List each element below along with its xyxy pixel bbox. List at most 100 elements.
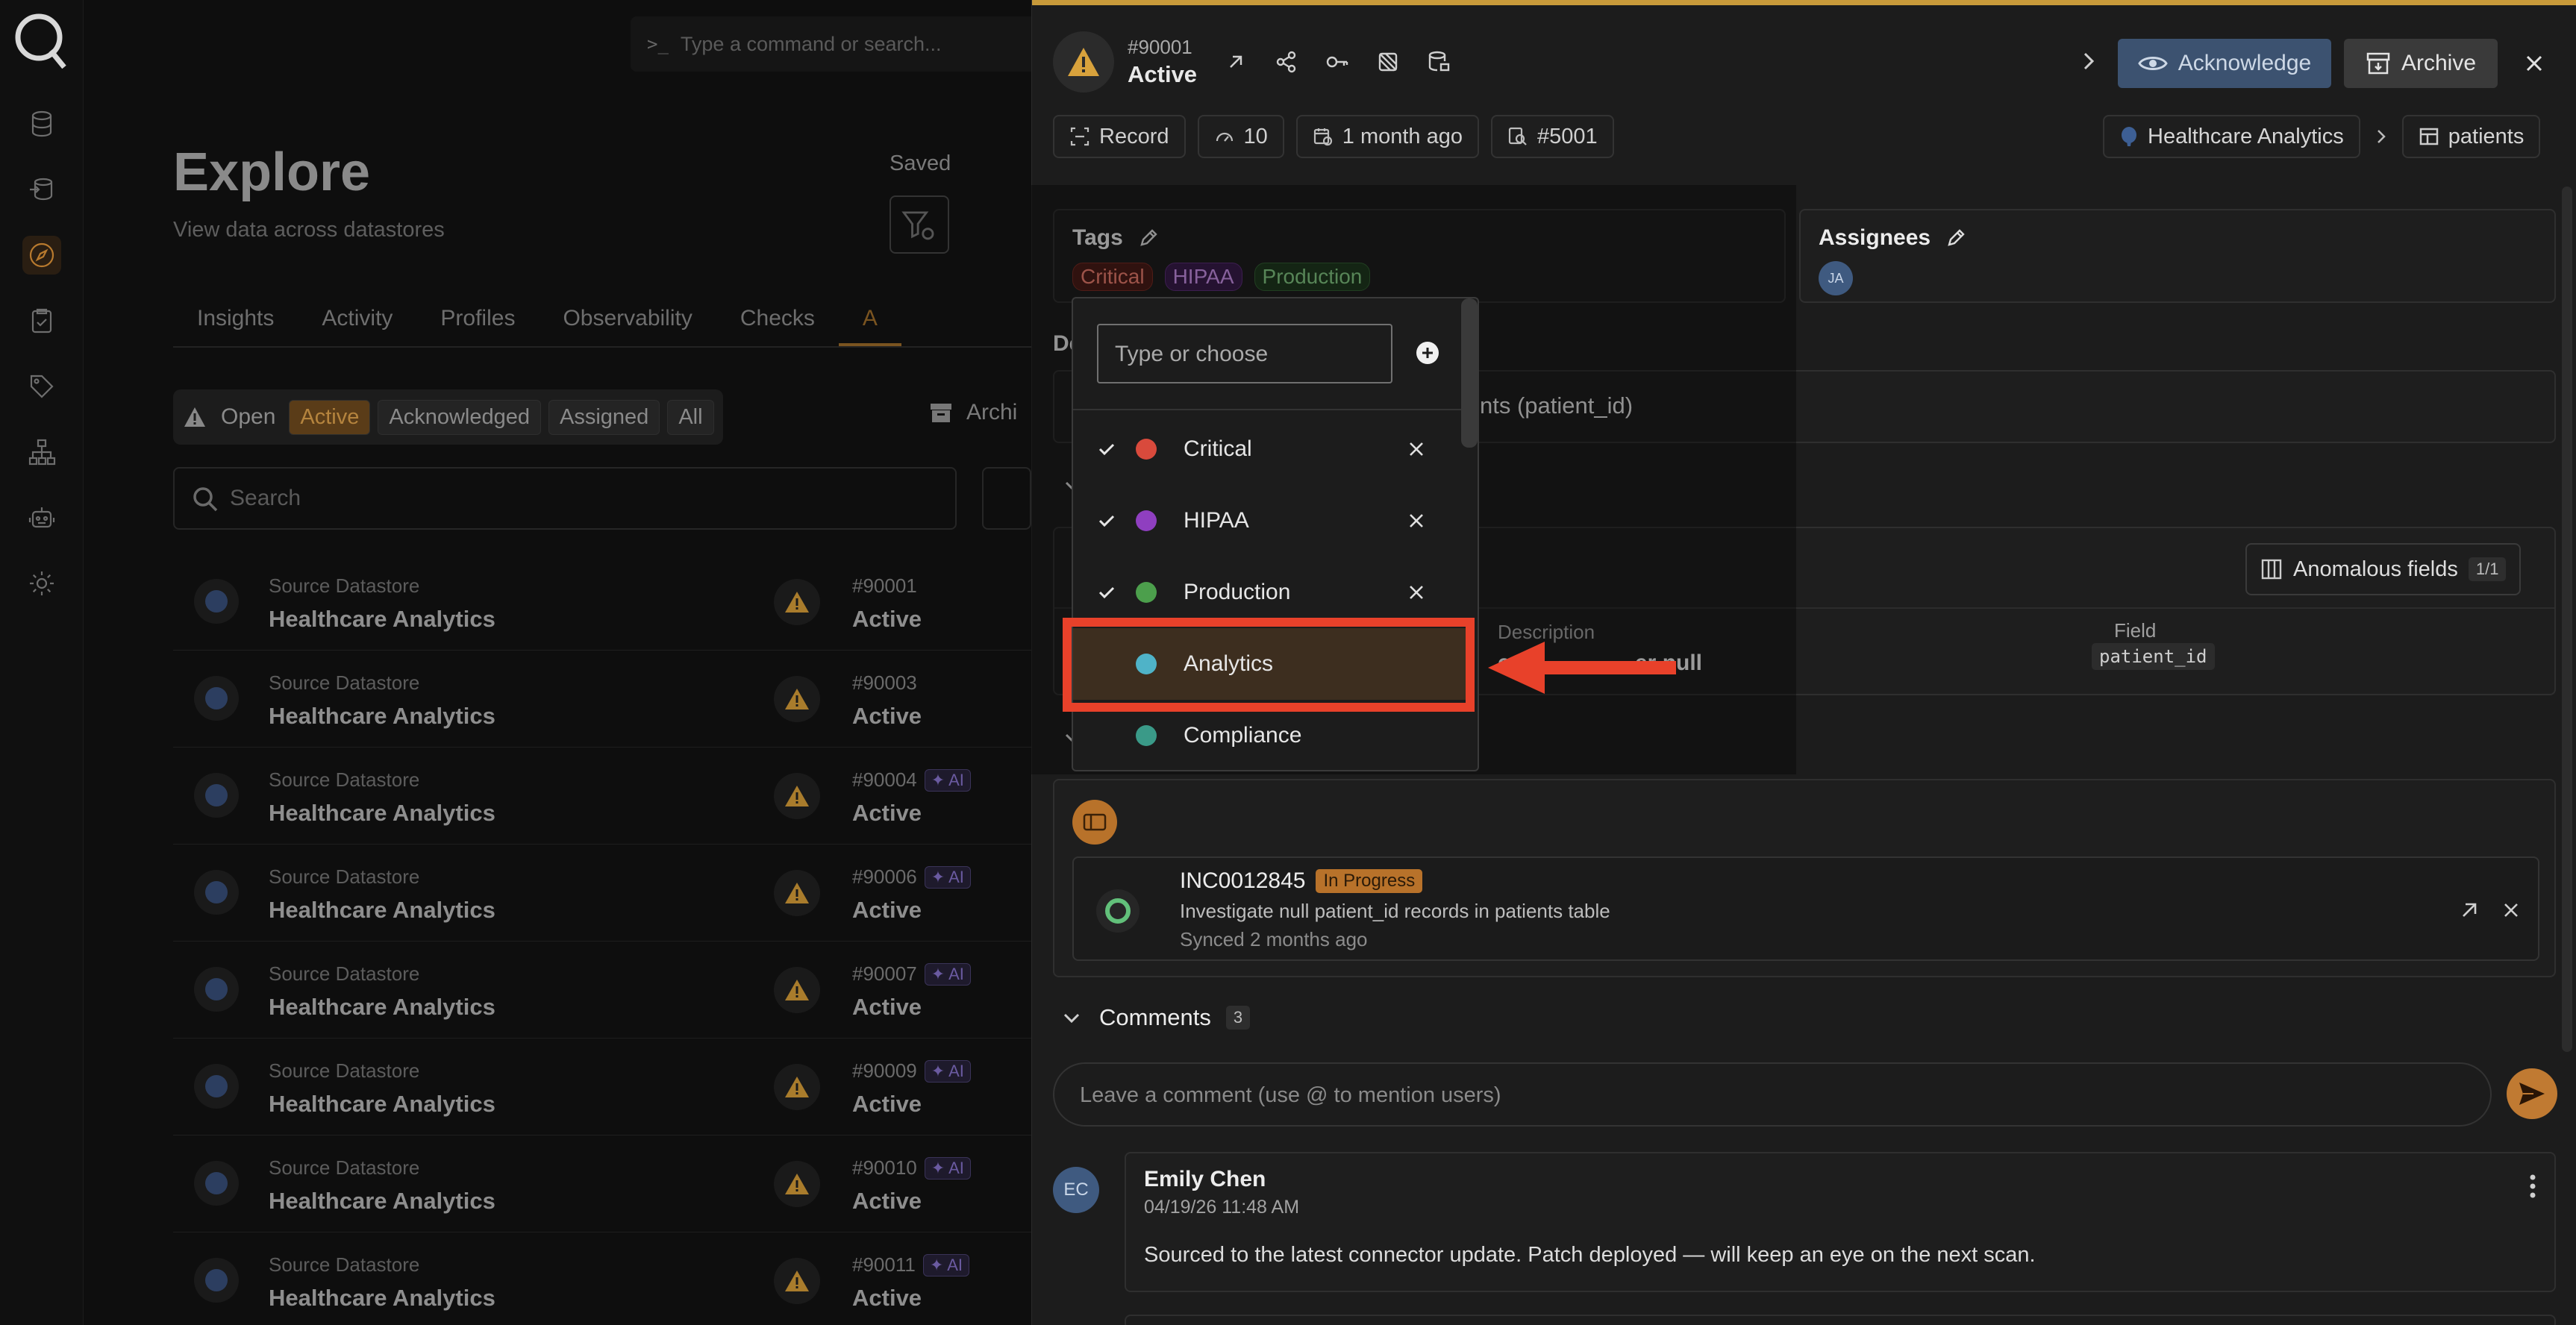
send-comment-button[interactable] [2507, 1068, 2557, 1119]
list-item[interactable]: Source Datastore Healthcare Analytics #900… [173, 845, 1031, 942]
source-name: Healthcare Analytics [269, 1188, 495, 1214]
disabled-icon[interactable] [1371, 45, 1405, 79]
tag-option-critical[interactable]: Critical [1073, 413, 1466, 485]
columns-icon [2261, 559, 2282, 580]
assignee-avatar[interactable]: JA [1819, 261, 1853, 295]
archived-label: Archi [966, 400, 1018, 425]
check-id-chip[interactable]: #5001 [1491, 115, 1614, 158]
ticket-card: INC0012845 In Progress Investigate null … [1053, 779, 2556, 977]
list-item[interactable]: Source Datastore Healthcare Analytics #900… [173, 1039, 1031, 1136]
postgres-icon [194, 579, 239, 624]
remove-tag-icon[interactable] [1406, 439, 1427, 460]
anomaly-age: 1 month ago [1342, 124, 1463, 148]
open-external-icon[interactable] [1219, 45, 1253, 79]
command-bar[interactable]: >_ Type a command or search... [631, 16, 1048, 72]
source-label: Source Datastore [269, 865, 420, 888]
archive-button[interactable]: Archive [2344, 39, 2498, 88]
panel-scrollbar[interactable] [2562, 187, 2572, 1052]
page-subtitle: View data across datastores [173, 218, 445, 242]
tag-option-hipaa[interactable]: HIPAA [1073, 485, 1466, 557]
comment-input[interactable]: Leave a comment (use @ to mention users) [1053, 1062, 2492, 1127]
remove-tag-icon[interactable] [1406, 510, 1427, 531]
database-lock-icon[interactable] [1422, 45, 1456, 79]
search-input[interactable]: Search [173, 467, 957, 530]
tab-insights[interactable]: Insights [173, 291, 298, 346]
flows-icon[interactable] [22, 433, 61, 472]
comments-count: 3 [1225, 1006, 1251, 1030]
tab-activity[interactable]: Activity [298, 291, 416, 346]
share-icon[interactable] [1269, 45, 1304, 79]
anomaly-status: Active [852, 897, 922, 923]
ai-badge-label: AI [948, 964, 964, 983]
source-name: Healthcare Analytics [269, 994, 495, 1020]
anomalous-fields-button[interactable]: Anomalous fields 1/1 [2245, 543, 2522, 595]
filter-active-chip[interactable]: Active [289, 399, 371, 435]
add-tag-icon[interactable] [1415, 340, 1440, 366]
ticket-synced: Synced 2 months ago [1180, 928, 1368, 950]
chevron-right-icon [2377, 130, 2386, 143]
search-placeholder: Search [230, 486, 301, 510]
datastores-icon[interactable] [22, 104, 61, 143]
filter-assigned-chip[interactable]: Assigned [548, 399, 660, 435]
list-item[interactable]: Source Datastore Healthcare Analytics #900… [173, 1136, 1031, 1232]
tag-option-label: Compliance [1184, 723, 1302, 748]
tab-observability[interactable]: Observability [539, 291, 716, 346]
gauge-icon [1216, 132, 1233, 142]
breadcrumb: Healthcare Analytics patients [2103, 115, 2541, 158]
filter-settings-icon [901, 211, 934, 240]
explore-icon[interactable] [22, 236, 61, 275]
comments-header[interactable]: Comments 3 [1059, 1004, 1251, 1031]
filter-all-chip[interactable]: All [667, 399, 714, 435]
agents-icon[interactable] [22, 498, 61, 537]
open-ticket-icon[interactable] [2454, 895, 2484, 925]
tab-profiles[interactable]: Profiles [416, 291, 539, 346]
anomaly-list: Source Datastore Healthcare Analytics #900… [173, 554, 1031, 1325]
archived-filter[interactable]: Archi [929, 400, 1017, 425]
anomaly-status: Active [852, 994, 922, 1020]
breadcrumb-datastore[interactable]: Healthcare Analytics [2103, 115, 2360, 158]
chevron-right-icon[interactable] [2074, 46, 2104, 76]
tag-option-label: HIPAA [1184, 508, 1249, 533]
anomaly-id: #90011 [852, 1253, 916, 1276]
saved-filter-button[interactable] [890, 195, 949, 254]
tag-color-dot [1136, 439, 1157, 460]
record-icon [1070, 127, 1090, 146]
more-vertical-icon[interactable] [2522, 1171, 2544, 1201]
field-value-chip: patient_id [2092, 643, 2215, 670]
app-logo-icon[interactable] [12, 9, 69, 69]
source-name: Healthcare Analytics [269, 897, 495, 923]
settings-icon[interactable] [22, 564, 61, 603]
tags-icon[interactable] [22, 367, 61, 406]
acknowledge-button[interactable]: Acknowledge [2118, 39, 2331, 88]
anomaly-id: #90001 [1128, 36, 1192, 58]
close-panel-button[interactable] [2517, 46, 2551, 81]
servicenow-icon [1096, 889, 1139, 933]
list-item[interactable]: Source Datastore Healthcare Analytics #900… [173, 651, 1031, 748]
ticket-number[interactable]: INC0012845 [1180, 868, 1305, 894]
anomaly-status-icon [1053, 31, 1114, 93]
list-item[interactable]: Source Datastore Healthcare Analytics #900… [173, 554, 1031, 651]
ai-badge-label: AI [948, 867, 964, 886]
anomaly-id-row: #90006 ✦ AI [852, 865, 971, 889]
saved-filters-label: Saved [890, 151, 951, 175]
enrichment-icon[interactable] [22, 170, 61, 209]
anomaly-status: Active [852, 1188, 922, 1214]
highlight-box [1063, 618, 1475, 712]
checks-icon[interactable] [22, 301, 61, 340]
key-icon[interactable] [1320, 45, 1354, 79]
remove-tag-icon[interactable] [1406, 582, 1427, 603]
tag-search-input[interactable]: Type or choose [1097, 324, 1392, 383]
filter-acknowledged-chip[interactable]: Acknowledged [378, 399, 542, 435]
anomaly-meta-row: Record 10 1 month ago #5001 [1053, 115, 1614, 158]
list-item[interactable]: Source Datastore Healthcare Analytics #900… [173, 748, 1031, 845]
warning-icon [774, 1064, 820, 1110]
tag-color-dot [1136, 510, 1157, 531]
unlink-ticket-icon[interactable] [2496, 895, 2526, 925]
tab-anomalies[interactable]: A [838, 291, 901, 346]
view-toggle-button[interactable] [982, 467, 1031, 530]
breadcrumb-container[interactable]: patients [2401, 115, 2541, 158]
list-item[interactable]: Source Datastore Healthcare Analytics #900… [173, 1232, 1031, 1325]
list-item[interactable]: Source Datastore Healthcare Analytics #900… [173, 942, 1031, 1039]
tab-checks[interactable]: Checks [716, 291, 839, 346]
edit-assignees-icon[interactable] [1945, 228, 1966, 248]
